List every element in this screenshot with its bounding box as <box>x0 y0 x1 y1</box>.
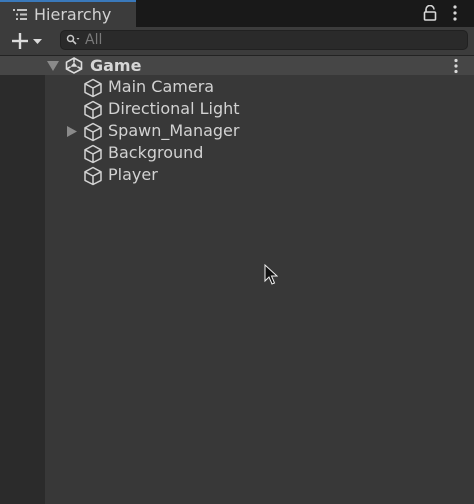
kebab-menu-icon[interactable] <box>450 4 460 22</box>
scene-header-row[interactable]: Game <box>0 56 474 75</box>
gameobject-cube-icon <box>84 100 102 120</box>
gameobject-cube-icon <box>84 144 102 164</box>
search-icon <box>66 34 80 45</box>
tree-item[interactable]: Player <box>45 164 474 186</box>
tab-bar: Hierarchy <box>0 0 474 27</box>
list-icon <box>13 9 27 20</box>
tree-item[interactable]: Spawn_Manager <box>45 120 474 142</box>
gameobject-cube-icon <box>84 166 102 186</box>
search-input[interactable] <box>85 31 455 49</box>
gameobject-cube-icon <box>84 78 102 98</box>
tree-item-label: Main Camera <box>108 77 215 96</box>
tab-hierarchy[interactable]: Hierarchy <box>0 0 136 27</box>
kebab-menu-icon[interactable] <box>452 57 460 75</box>
tree-item[interactable]: Directional Light <box>45 98 474 120</box>
tree-item[interactable]: Main Camera <box>45 76 474 98</box>
hierarchy-window: Hierarchy All Game Main Camera Direction… <box>0 0 474 504</box>
tab-title: Hierarchy <box>34 5 112 24</box>
left-gutter <box>0 56 45 504</box>
hierarchy-toolbar <box>0 27 474 56</box>
tree-item-label: Background <box>108 143 204 162</box>
search-field[interactable] <box>60 30 468 50</box>
unity-scene-icon <box>65 57 83 74</box>
tree-item-label: Directional Light <box>108 99 240 118</box>
tree-item-label: Spawn_Manager <box>108 121 240 140</box>
tree-item-label: Player <box>108 165 158 184</box>
create-dropdown-button[interactable] <box>6 30 46 52</box>
gameobject-cube-icon <box>84 122 102 142</box>
lock-icon[interactable] <box>422 5 438 21</box>
tree-item[interactable]: Background <box>45 142 474 164</box>
mouse-cursor-icon <box>264 264 278 285</box>
scene-name: Game <box>90 56 142 75</box>
expand-arrow-icon[interactable] <box>47 61 59 71</box>
collapse-arrow-icon[interactable] <box>67 126 77 137</box>
